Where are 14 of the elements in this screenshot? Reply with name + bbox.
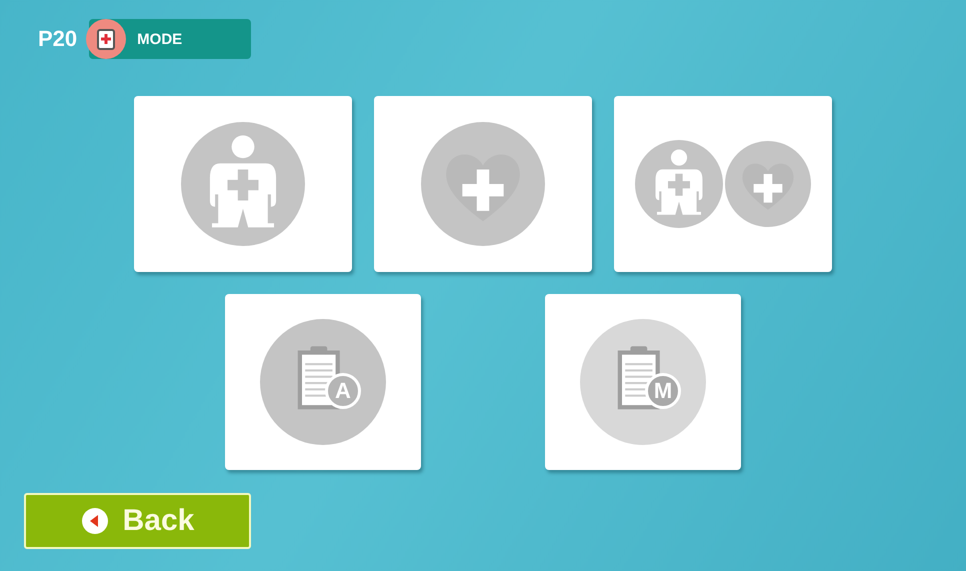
heart-plus-icon — [725, 141, 811, 227]
back-button[interactable]: Back — [24, 493, 251, 549]
mode-label: MODE — [137, 30, 182, 48]
mode-tile[interactable] — [374, 96, 592, 272]
clipboard-icon — [260, 319, 386, 445]
mode-tile[interactable]: A — [225, 294, 421, 470]
mode-tile[interactable] — [134, 96, 352, 272]
clipboard-cross-icon — [85, 18, 128, 60]
clipboard-icon — [580, 319, 706, 445]
mode-tile[interactable] — [614, 96, 832, 272]
heart-plus-icon — [421, 122, 545, 246]
person-plus-icon — [635, 140, 723, 228]
person-plus-icon — [181, 122, 305, 246]
page-number: P20 — [38, 26, 78, 52]
